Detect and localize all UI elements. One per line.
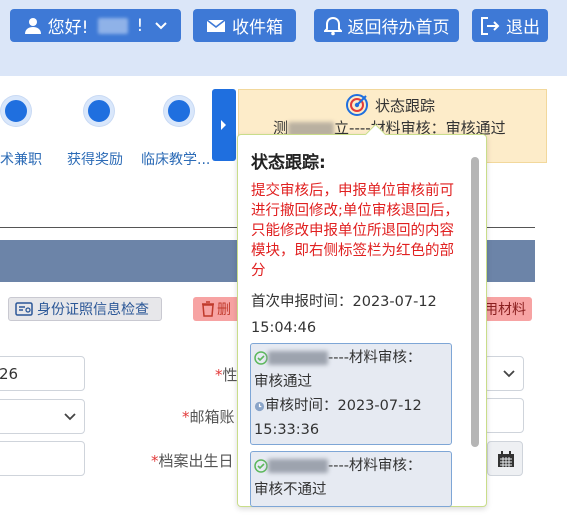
inbox-button[interactable]: 收件箱 xyxy=(193,9,296,42)
id-check-label: 身份证照信息检查 xyxy=(37,302,149,318)
popover-title: 状态跟踪: xyxy=(251,153,326,173)
birth-date-label: *档案出生日 xyxy=(151,452,234,470)
record-time-clock: 15:33:36 xyxy=(254,422,320,438)
trash-icon xyxy=(202,301,214,317)
select-field[interactable] xyxy=(0,399,85,434)
review-record: ----材料审核： 审核不通过 xyxy=(250,451,452,507)
greeting-suffix: ! xyxy=(136,15,144,36)
logout-label: 退出 xyxy=(506,18,540,38)
collapse-toggle[interactable] xyxy=(212,89,236,161)
bell-icon xyxy=(323,16,342,35)
step-label-part-time[interactable]: 术兼职 xyxy=(0,149,42,169)
chevron-right-icon xyxy=(221,120,226,130)
gender-select[interactable] xyxy=(484,356,524,391)
text-field[interactable] xyxy=(0,441,85,476)
email-label: *邮箱账 xyxy=(182,408,235,426)
id-card-icon xyxy=(15,302,33,316)
chevron-down-icon xyxy=(503,369,515,377)
envelope-icon xyxy=(206,18,226,32)
record-result: 审核不通过 xyxy=(254,482,327,498)
field-value: 26 xyxy=(0,365,19,383)
greeting-text: 您好! xyxy=(47,18,89,38)
status-title-text: 状态跟踪 xyxy=(375,96,436,115)
email-input[interactable] xyxy=(484,398,524,433)
step-label-clinical-teaching[interactable]: 临床教学... xyxy=(141,149,210,169)
materials-label: 用材料 xyxy=(484,302,526,318)
step-label-awards[interactable]: 获得奖励 xyxy=(67,149,123,169)
id-check-button[interactable]: 身份证照信息检查 xyxy=(8,297,162,321)
status-tracking-popover: 状态跟踪: 提交审核后，申报单位审核前可进行撤回修改;单位审核退回后，只能修改申… xyxy=(237,123,487,507)
check-circle-icon xyxy=(254,459,268,473)
gender-label: *性 xyxy=(215,366,238,384)
chevron-down-icon xyxy=(64,412,76,420)
first-submit-date: 首次申报时间：2023-07-12 xyxy=(251,294,437,310)
unit-name-redacted xyxy=(268,459,328,473)
first-submit-clock: 15:04:46 xyxy=(251,320,317,336)
step-dot[interactable] xyxy=(164,96,194,126)
popover-scrollbar[interactable] xyxy=(471,157,479,447)
record-text: ----材料审核： xyxy=(328,350,422,366)
delete-label: 删 xyxy=(217,302,231,318)
text-field[interactable]: 26 xyxy=(0,356,85,391)
review-record: ----材料审核： 审核通过 审核时间：2023-07-12 15:33:36 xyxy=(250,343,452,445)
popover-note: 提交审核后，申报单位审核前可进行撤回修改;单位审核退回后，只能修改申报单位所退回… xyxy=(251,183,459,279)
back-home-label: 返回待办首页 xyxy=(347,18,450,38)
back-home-button[interactable]: 返回待办首页 xyxy=(314,9,459,42)
top-header: 您好! ! 收件箱 返回待办首页 退出 xyxy=(0,0,567,76)
unit-name-redacted xyxy=(268,351,328,365)
check-circle-icon xyxy=(254,351,268,365)
delete-button[interactable]: 删 xyxy=(193,297,241,321)
user-icon xyxy=(24,17,41,34)
record-time-label: 审核时间：2023-07-12 xyxy=(265,398,422,414)
record-result: 审核通过 xyxy=(254,374,312,390)
first-submit-time: 首次申报时间：2023-07-12 15:04:46 xyxy=(251,289,471,341)
logout-button[interactable]: 退出 xyxy=(472,9,548,42)
inbox-label: 收件箱 xyxy=(232,18,283,38)
step-dot[interactable] xyxy=(84,96,114,126)
status-title: 状态跟踪 xyxy=(345,93,435,117)
logout-icon xyxy=(481,16,500,35)
chevron-down-icon xyxy=(155,21,168,29)
calendar-icon xyxy=(498,451,514,467)
user-greeting-button[interactable]: 您好! ! xyxy=(10,9,181,42)
calendar-button[interactable] xyxy=(487,441,523,476)
clock-icon xyxy=(254,401,265,411)
target-icon xyxy=(346,94,368,116)
username-redacted xyxy=(97,17,128,34)
step-dot[interactable] xyxy=(1,96,31,126)
record-text: ----材料审核： xyxy=(328,458,422,474)
